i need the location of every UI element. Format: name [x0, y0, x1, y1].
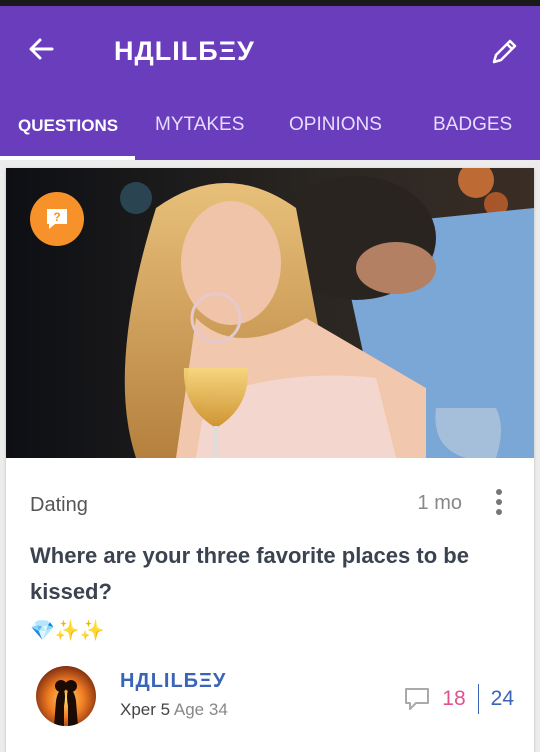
- more-vertical-icon[interactable]: [494, 488, 504, 516]
- question-badge-icon: ?: [30, 192, 84, 246]
- question-card[interactable]: ? Dating 1 mo Where are your three favor…: [6, 168, 534, 752]
- app-bar: НДLILБΞУ: [0, 6, 540, 94]
- post-stats: 18 24: [404, 684, 514, 714]
- tab-questions[interactable]: QUESTIONS: [18, 116, 118, 136]
- tab-bar: QUESTIONS MYTAKES OPINIONS BADGES: [0, 94, 540, 160]
- stats-divider: [477, 684, 479, 714]
- post-timestamp: 1 mo: [417, 492, 462, 514]
- author-age: Age 34: [173, 700, 228, 719]
- active-tab-indicator: [0, 156, 135, 160]
- comment-icon: [405, 688, 430, 710]
- tab-opinions[interactable]: OPINIONS: [289, 114, 382, 136]
- author-xper-level: Xper 5: [120, 700, 171, 719]
- back-arrow-icon[interactable]: [26, 34, 56, 64]
- pencil-icon[interactable]: [488, 36, 520, 68]
- author-name[interactable]: НДLILБΞУ: [120, 670, 226, 693]
- author-meta: Xper 5 Age 34: [120, 700, 228, 720]
- avatar[interactable]: [36, 666, 96, 726]
- question-emojis: 💎✨✨: [30, 620, 105, 642]
- tab-badges[interactable]: BADGES: [433, 114, 512, 136]
- view-count: 24: [490, 687, 514, 710]
- reply-count: 18: [442, 687, 466, 710]
- page-title: НДLILБΞУ: [114, 36, 255, 66]
- question-cover-image: ?: [6, 168, 534, 458]
- svg-text:?: ?: [53, 210, 60, 224]
- question-title[interactable]: Where are your three favorite places to …: [30, 538, 510, 610]
- question-category[interactable]: Dating: [30, 494, 88, 517]
- tab-mytakes[interactable]: MYTAKES: [155, 114, 244, 136]
